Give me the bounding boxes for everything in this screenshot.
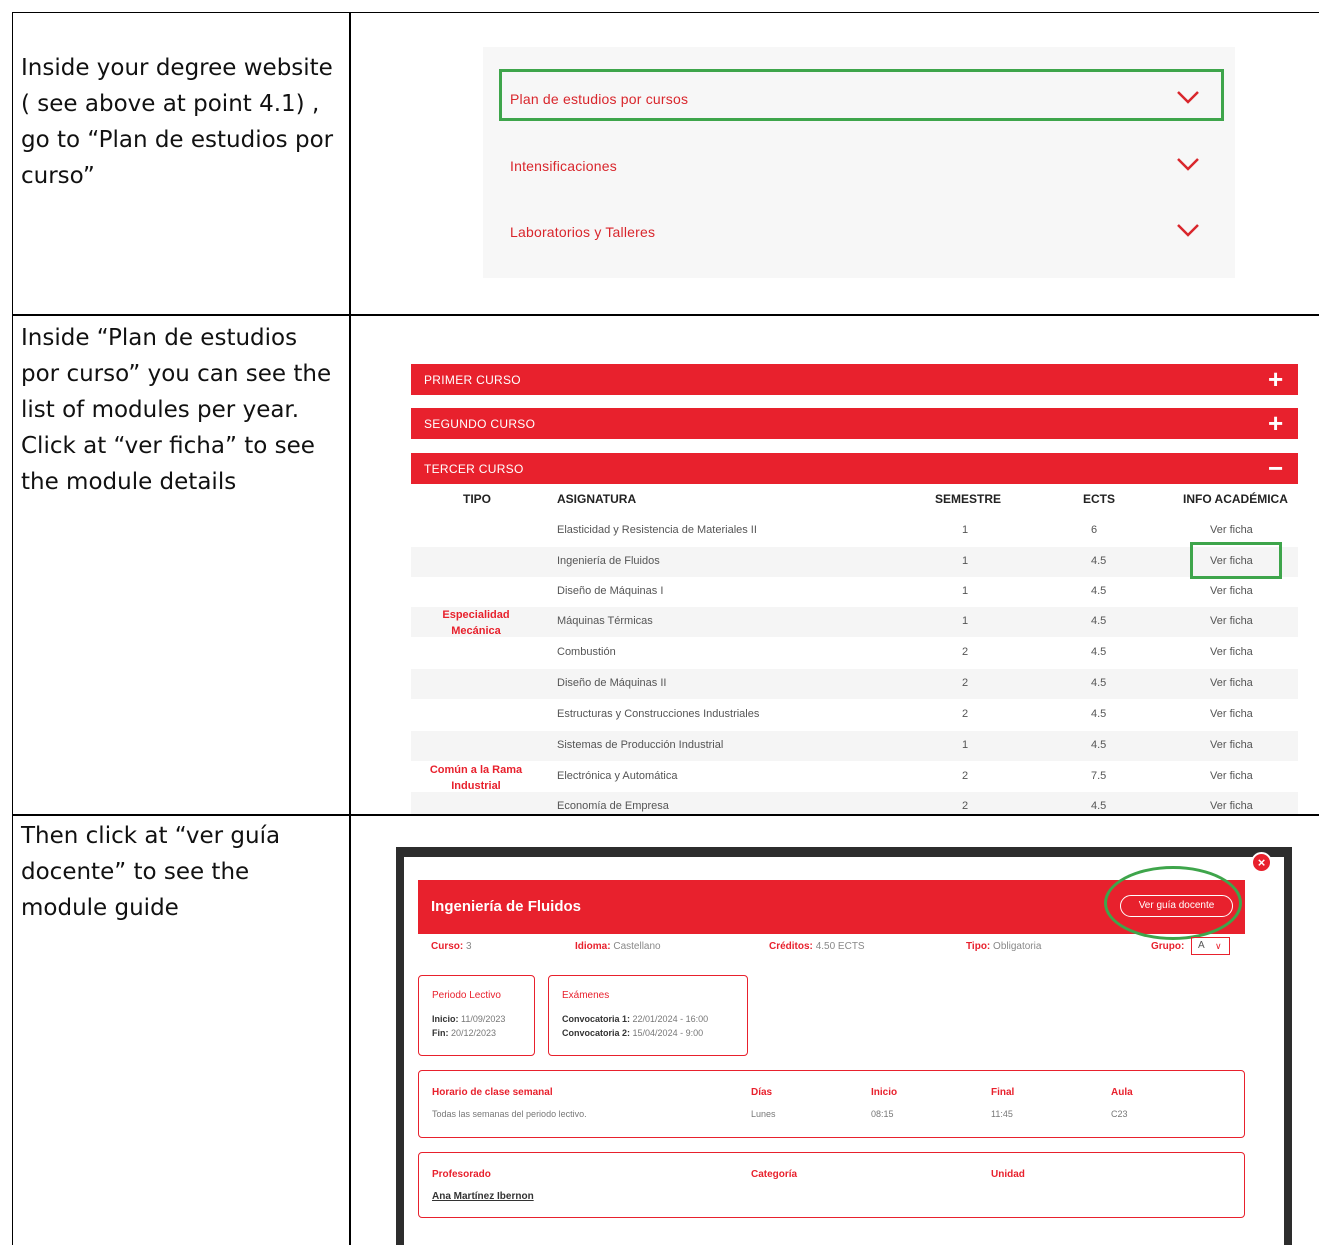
column-header-asignatura: ASIGNATURA	[557, 492, 637, 506]
subject-name: Economía de Empresa	[557, 800, 669, 812]
column-header-semestre: SEMESTRE	[935, 492, 1002, 506]
ver-ficha-link[interactable]: Ver ficha	[1210, 646, 1253, 658]
subject-name: Sistemas de Producción Industrial	[557, 739, 724, 751]
course-bar-label: SEGUNDO CURSO	[424, 417, 536, 431]
semester-value: 2	[962, 708, 969, 720]
subject-name: Ingeniería de Fluidos	[557, 555, 660, 567]
subject-name: Estructuras y Construcciones Industriale…	[557, 708, 760, 720]
ects-value: 7.5	[1091, 770, 1107, 782]
accordion-item-intensificaciones[interactable]: Intensificaciones	[483, 138, 1235, 198]
tipo-group-label: Común a la Rama Industrial	[429, 764, 523, 792]
table-row-divider	[12, 314, 1319, 316]
expand-plus-icon[interactable]: +	[1268, 408, 1283, 438]
meta-grupo: Grupo:	[1151, 941, 1185, 952]
ects-value: 4.5	[1091, 615, 1107, 627]
accordion-item-label: Intensificaciones	[510, 158, 617, 174]
subject-name: Máquinas Térmicas	[557, 615, 653, 627]
course-bar-label: TERCER CURSO	[424, 462, 524, 476]
instruction-step-1: Inside your degree website ( see above a…	[21, 55, 334, 189]
table-column-divider	[349, 12, 351, 1245]
profesor-link[interactable]: Ana Martínez Ibernon	[432, 1191, 534, 1202]
subject-name: Elasticidad y Resistencia de Materiales …	[557, 524, 757, 536]
table-row: Combustión 2 4.5 Ver ficha	[411, 638, 1298, 668]
semester-value: 1	[962, 524, 969, 536]
table-row: Elasticidad y Resistencia de Materiales …	[411, 516, 1298, 546]
ver-ficha-link[interactable]: Ver ficha	[1210, 615, 1253, 627]
highlight-ellipse-guia	[1104, 866, 1242, 940]
semester-value: 2	[962, 800, 969, 812]
column-header-ects: ECTS	[1083, 492, 1116, 506]
ver-ficha-link[interactable]: Ver ficha	[1210, 524, 1253, 536]
ver-ficha-link[interactable]: Ver ficha	[1210, 739, 1253, 751]
examenes-card: Exámenes Convocatoria 1: 22/01/2024 - 16…	[548, 975, 748, 1056]
instruction-step-3: Then click at “ver guía docente” to see …	[21, 823, 281, 921]
accordion-item-label: Laboratorios y Talleres	[510, 224, 656, 240]
meta-curso: Curso: 3	[431, 941, 472, 952]
course-bar-label: PRIMER CURSO	[424, 373, 521, 387]
horario-card: Horario de clase semanal Días Inicio Fin…	[418, 1070, 1245, 1138]
semester-value: 1	[962, 615, 969, 627]
ects-value: 4.5	[1091, 677, 1107, 689]
highlight-box-plan	[499, 69, 1224, 121]
subject-name: Combustión	[557, 646, 616, 658]
ects-value: 4.5	[1091, 739, 1107, 751]
meta-creditos: Créditos: 4.50 ECTS	[769, 941, 865, 952]
semester-value: 2	[962, 770, 969, 782]
course-bar-segundo[interactable]: SEGUNDO CURSO +	[411, 408, 1298, 439]
table-row-divider	[12, 814, 1319, 816]
accordion-item-laboratorios[interactable]: Laboratorios y Talleres	[483, 204, 1235, 264]
table-row: Estructuras y Construcciones Industriale…	[411, 700, 1298, 730]
profesorado-card: Profesorado Categoría Unidad Ana Martíne…	[418, 1152, 1245, 1218]
table-row: Diseño de Máquinas II 2 4.5 Ver ficha	[411, 669, 1298, 699]
semester-value: 2	[962, 646, 969, 658]
table-row: Economía de Empresa 2 4.5 Ver ficha	[411, 792, 1298, 814]
course-bar-primer[interactable]: PRIMER CURSO +	[411, 364, 1298, 395]
table-row: Diseño de Máquinas I 1 4.5 Ver ficha	[411, 577, 1298, 607]
subject-name: Diseño de Máquinas II	[557, 677, 667, 689]
semester-value: 1	[962, 739, 969, 751]
chevron-down-icon: ∨	[1215, 941, 1222, 951]
modal-title: Ingeniería de Fluidos	[431, 898, 582, 915]
meta-tipo: Tipo: Obligatoria	[966, 941, 1042, 952]
grupo-select[interactable]: A ∨	[1191, 937, 1230, 955]
chevron-down-icon	[1177, 158, 1199, 171]
ects-value: 4.5	[1091, 800, 1107, 812]
chevron-down-icon	[1177, 224, 1199, 237]
ects-value: 4.5	[1091, 708, 1107, 720]
subject-name: Diseño de Máquinas I	[557, 585, 664, 597]
highlight-box-ver-ficha	[1190, 542, 1282, 579]
tipo-group-label: Especialidad Mecánica	[442, 609, 510, 637]
ects-value: 6	[1091, 524, 1098, 536]
course-bar-tercer[interactable]: TERCER CURSO −	[411, 453, 1298, 484]
instruction-step-2: Inside “Plan de estudios por curso” you …	[21, 325, 332, 495]
subject-name: Electrónica y Automática	[557, 770, 678, 782]
table-row: Sistemas de Producción Industrial 1 4.5 Ver…	[411, 731, 1298, 761]
ects-value: 4.5	[1091, 646, 1107, 658]
periodo-card: Periodo Lectivo Inicio: 11/09/2023 Fin: …	[418, 975, 535, 1056]
semester-value: 1	[962, 555, 969, 567]
ects-value: 4.5	[1091, 555, 1107, 567]
close-icon[interactable]: ×	[1251, 852, 1272, 873]
column-header-tipo: TIPO	[463, 492, 492, 506]
ver-ficha-link[interactable]: Ver ficha	[1210, 585, 1253, 597]
collapse-minus-icon[interactable]: −	[1268, 453, 1283, 483]
semester-value: 1	[962, 585, 969, 597]
ver-ficha-link[interactable]: Ver ficha	[1210, 677, 1253, 689]
ver-ficha-link[interactable]: Ver ficha	[1210, 708, 1253, 720]
semester-value: 2	[962, 677, 969, 689]
ver-ficha-link[interactable]: Ver ficha	[1210, 770, 1253, 782]
ver-ficha-link[interactable]: Ver ficha	[1210, 800, 1253, 812]
meta-idioma: Idioma: Castellano	[575, 941, 661, 952]
column-header-info: INFO ACADÉMICA	[1183, 492, 1288, 506]
expand-plus-icon[interactable]: +	[1268, 364, 1283, 394]
table-row: Electrónica y Automática 2 7.5 Ver ficha	[411, 762, 1298, 792]
table-row: Ingeniería de Fluidos 1 4.5 Ver ficha	[411, 547, 1298, 577]
ects-value: 4.5	[1091, 585, 1107, 597]
table-row: Máquinas Térmicas 1 4.5 Ver ficha	[411, 607, 1298, 637]
